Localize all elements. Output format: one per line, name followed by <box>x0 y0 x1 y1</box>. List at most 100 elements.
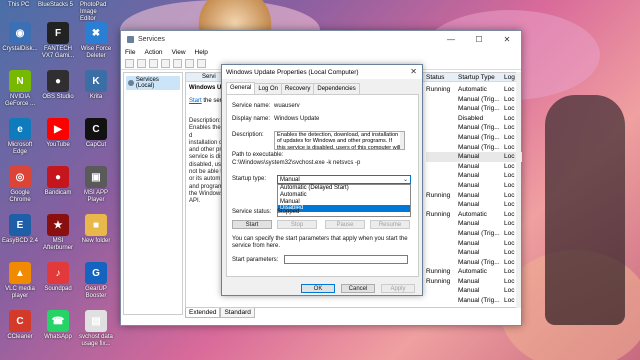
menu-file[interactable]: File <box>125 49 135 56</box>
description-line: or its autom <box>189 176 221 183</box>
table-cell-log: Loc <box>504 143 515 151</box>
dialog-titlebar[interactable]: Windows Update Properties (Local Compute… <box>222 65 422 79</box>
startup-option[interactable]: Automatic <box>278 192 410 199</box>
column-log-on-as[interactable]: Log <box>504 74 515 81</box>
table-cell-startup: Manual (Trig... <box>458 229 500 237</box>
export-icon[interactable] <box>185 59 194 68</box>
desktop-icon[interactable]: ▲ VLC media player <box>0 262 40 300</box>
table-cell-log: Loc <box>504 86 515 93</box>
table-row[interactable]: Manual (Trig... Loc <box>426 95 522 105</box>
vertical-scrollbar[interactable] <box>516 72 521 308</box>
table-row[interactable]: Manual Loc <box>426 181 522 191</box>
desktop-icon[interactable]: ▤ svchost data usage fix... <box>76 310 116 348</box>
table-row[interactable]: Running Manual Loc <box>426 191 522 201</box>
description-label: Description: <box>232 132 264 138</box>
desktop-icon[interactable]: ✖ Wise Force Deleter <box>76 22 116 60</box>
close-icon[interactable]: ✕ <box>410 67 417 76</box>
desktop-icon[interactable]: C CCleaner <box>0 310 40 341</box>
start-service-link[interactable]: Start <box>189 98 202 104</box>
description-textbox[interactable]: Enables the detection, download, and ins… <box>274 131 405 150</box>
desktop-icon[interactable]: e Microsoft Edge <box>0 118 40 156</box>
description-scrollbar[interactable] <box>400 132 404 149</box>
table-row[interactable]: Manual (Trig... Loc <box>426 133 522 143</box>
menu-view[interactable]: View <box>172 49 186 56</box>
forward-icon[interactable] <box>137 59 146 68</box>
desktop-icon[interactable]: ● Bandicam <box>38 166 78 197</box>
table-row[interactable]: Running Automatic Loc <box>426 85 522 95</box>
desktop-icon[interactable]: ■ New folder <box>76 214 116 245</box>
startup-option[interactable]: Automatic (Delayed Start) <box>278 185 410 192</box>
cancel-button[interactable]: Cancel <box>341 284 375 293</box>
desktop-icon[interactable]: E EasyBCD 2.4 <box>0 214 40 245</box>
table-row[interactable]: Manual (Trig... Loc <box>426 229 522 239</box>
desktop-icon[interactable]: F FANTECH VX7 Gami... <box>38 22 78 60</box>
app-icon: ▶ <box>47 118 69 140</box>
desktop-icon[interactable]: C CapCut <box>76 118 116 149</box>
table-row[interactable]: Running Automatic Loc <box>426 210 522 220</box>
table-row[interactable]: Manual (Trig... Loc <box>426 104 522 114</box>
desktop-icon[interactable]: ☎ WhatsApp <box>38 310 78 341</box>
menu-action[interactable]: Action <box>144 49 162 56</box>
desktop-label-photopad[interactable]: PhotoPad Image Editor <box>80 2 114 23</box>
table-row[interactable]: Manual (Trig... Loc <box>426 258 522 268</box>
table-cell-startup: Manual (Trig... <box>458 258 500 266</box>
tab-extended[interactable]: Extended <box>185 308 221 318</box>
desktop-icon[interactable]: K Krita <box>76 70 116 101</box>
table-row[interactable]: Manual Loc <box>426 200 522 210</box>
desktop-icon[interactable]: N NVIDIA GeForce ... <box>0 70 40 108</box>
start-parameters-input[interactable] <box>284 255 408 264</box>
column-startup-type[interactable]: Startup Type <box>458 74 495 81</box>
tab-general[interactable]: General <box>226 82 256 94</box>
desktop-icon[interactable]: G GearUP Booster <box>76 262 116 300</box>
resume-button[interactable]: Resume <box>370 220 410 229</box>
apply-button[interactable]: Apply <box>381 284 415 293</box>
desktop-icon[interactable]: ▣ MSI APP Player <box>76 166 116 204</box>
desktop-label-this-pc[interactable]: This PC <box>8 2 29 8</box>
table-row[interactable]: Manual Loc <box>426 248 522 258</box>
desktop-icon[interactable]: ● OBS Studio <box>38 70 78 101</box>
properties-icon[interactable] <box>161 59 170 68</box>
maximize-icon[interactable]: ☐ <box>465 31 493 47</box>
table-row[interactable]: Disabled Loc <box>426 114 522 124</box>
table-row[interactable]: Manual (Trig... Loc <box>426 143 522 153</box>
tab-standard[interactable]: Standard <box>220 308 255 318</box>
pause-button[interactable]: Pause <box>325 220 365 229</box>
table-row[interactable]: Manual Loc <box>426 162 522 172</box>
table-row[interactable]: Manual Loc <box>426 152 522 162</box>
table-cell-startup: Disabled <box>458 114 484 122</box>
app-icon: ● <box>47 70 69 92</box>
table-row[interactable]: Manual Loc <box>426 286 522 296</box>
pane-header-label: Servi <box>202 74 216 80</box>
stop-button[interactable]: Stop <box>277 220 317 229</box>
desktop-icon[interactable]: ▶ YouTube <box>38 118 78 149</box>
desktop-icon[interactable]: ♪ Soundpad <box>38 262 78 293</box>
table-cell-log: Loc <box>504 153 515 161</box>
tree-node-services-local[interactable]: Services (Local) <box>126 76 180 90</box>
desktop-icon[interactable]: ◎ Google Chrome <box>0 166 40 204</box>
desktop-label-bluestacks[interactable]: BlueStacks 5 <box>38 2 73 8</box>
table-row[interactable]: Manual Loc <box>426 219 522 229</box>
table-row[interactable]: Manual Loc <box>426 171 522 181</box>
start-button[interactable]: Start <box>232 220 272 229</box>
table-row[interactable]: Manual (Trig... Loc <box>426 123 522 133</box>
column-status[interactable]: Status <box>426 74 444 81</box>
table-cell-startup: Manual (Trig... <box>458 105 500 113</box>
refresh-icon[interactable] <box>173 59 182 68</box>
startup-option[interactable]: Manual <box>278 199 410 206</box>
startup-type-dropdown[interactable]: Manual ⌄ <box>277 175 411 184</box>
help-icon[interactable] <box>197 59 206 68</box>
table-row[interactable]: Manual Loc <box>426 239 522 249</box>
table-cell-startup: Manual <box>458 201 480 209</box>
table-row[interactable]: Manual (Trig... Loc <box>426 296 522 306</box>
ok-button[interactable]: OK <box>301 284 335 293</box>
back-icon[interactable] <box>125 59 134 68</box>
desktop-icon[interactable]: ◉ CrystalDisk... <box>0 22 40 53</box>
menu-help[interactable]: Help <box>195 49 208 56</box>
table-row[interactable]: Running Manual Loc <box>426 277 522 287</box>
table-cell-log: Loc <box>504 210 515 218</box>
table-row[interactable]: Running Automatic Loc <box>426 267 522 277</box>
minimize-icon[interactable]: — <box>437 31 465 47</box>
up-icon[interactable] <box>149 59 158 68</box>
desktop-icon[interactable]: ★ MSI Afterburner <box>38 214 78 252</box>
close-icon[interactable]: ✕ <box>493 31 521 47</box>
